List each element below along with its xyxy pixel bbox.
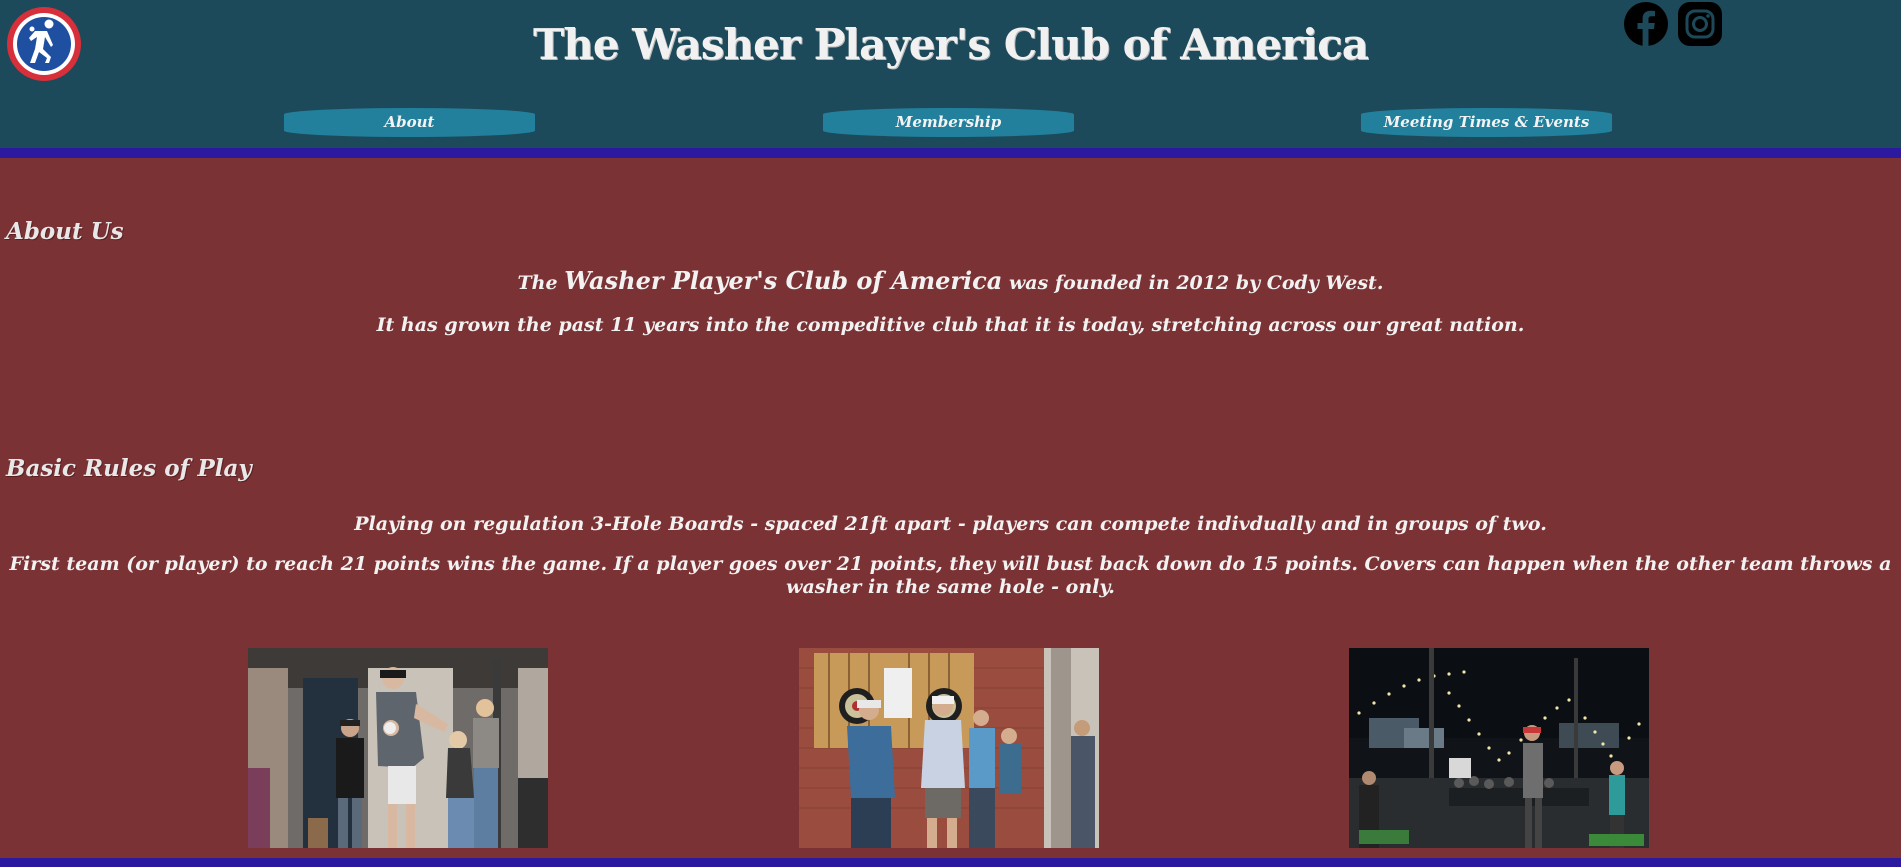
rules-heading: Basic Rules of Play: [6, 455, 252, 482]
about-growth-text: It has grown the past 11 years into the …: [376, 314, 1525, 336]
nav-membership-button[interactable]: Membership: [823, 108, 1074, 137]
facebook-icon: [1624, 2, 1668, 46]
instagram-link[interactable]: [1678, 2, 1722, 46]
photo-night-event: [1349, 648, 1649, 848]
photo-players-patio: [248, 648, 548, 848]
site-header: The Washer Player's Club of America Abou…: [0, 0, 1901, 148]
about-heading: About Us: [6, 218, 124, 245]
nav-about-button[interactable]: About: [284, 108, 535, 137]
photo-players-dartboards: [799, 648, 1099, 848]
site-title: The Washer Player's Club of America: [533, 20, 1369, 69]
about-founded-text: The Washer Player's Club of America was …: [0, 266, 1901, 295]
header-divider: [0, 148, 1901, 158]
about-text-suffix: was founded in 2012 by Cody West.: [1002, 272, 1384, 294]
footer-divider: [0, 858, 1901, 867]
rules-scoring-text: First team (or player) to reach 21 point…: [9, 553, 1892, 598]
facebook-link[interactable]: [1624, 2, 1668, 46]
club-name-text: Washer Player's Club of America: [564, 266, 1003, 295]
instagram-icon: [1678, 2, 1722, 46]
about-text-prefix: The: [517, 272, 565, 294]
rules-boards-text: Playing on regulation 3-Hole Boards - sp…: [354, 513, 1547, 535]
nav-events-button[interactable]: Meeting Times & Events: [1361, 108, 1612, 137]
